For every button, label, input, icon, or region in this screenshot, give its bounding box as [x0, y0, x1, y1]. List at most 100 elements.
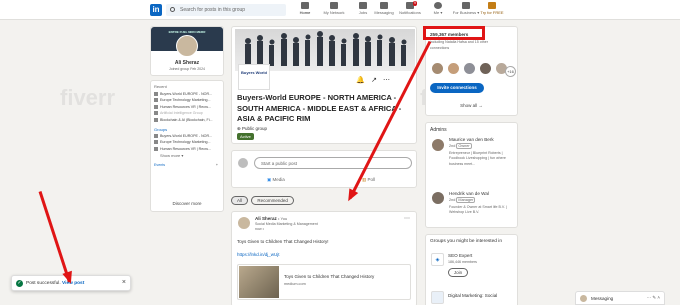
premium-icon	[488, 2, 496, 9]
top-navbar: in Search for posts in this group Home M…	[0, 0, 680, 20]
admin-name[interactable]: Maurice van den Berk	[449, 137, 494, 142]
nav-label: Notifications	[399, 10, 421, 15]
show-all-link[interactable]: Show all →	[426, 103, 517, 108]
messaging-label: Messaging	[591, 296, 614, 301]
suggested-group-logo[interactable]: ◈	[431, 253, 444, 266]
watermark-text: fiverr	[60, 85, 116, 110]
linkedin-logo[interactable]: in	[150, 4, 162, 16]
nav-home[interactable]: Home	[291, 2, 319, 15]
annotation-highlight-box	[423, 26, 485, 40]
member-avatar[interactable]	[447, 62, 460, 75]
toast-text: Post successful.	[26, 281, 61, 286]
start-post-input[interactable]: Start a public post	[254, 157, 412, 169]
nav-my-network[interactable]: My Network	[320, 2, 348, 15]
avatar-icon	[434, 2, 442, 9]
recent-heading: Recent	[154, 84, 167, 89]
post-author[interactable]: Ali Sheraz • You	[255, 216, 287, 221]
events-heading[interactable]: Events +	[154, 163, 220, 170]
search-input[interactable]: Search for posts in this group	[166, 4, 286, 16]
filter-all[interactable]: All	[231, 196, 249, 205]
nav-label: My Network	[323, 10, 345, 15]
nav-notifications[interactable]: 9 Notifications	[396, 1, 424, 15]
preview-title: Toys Given to Children That Changed Hist…	[284, 274, 375, 279]
admin-description: Founder & Owner at Smart life B.V. | Web…	[449, 205, 507, 215]
share-icon[interactable]: ↗	[371, 77, 383, 84]
post-link[interactable]: https://lnkd.in/dj_wUjt	[237, 252, 280, 257]
admin-avatar[interactable]	[431, 191, 445, 205]
group-icon	[154, 140, 158, 145]
members-desc-line1: including Natalia Hafsa and 15 other	[430, 40, 488, 44]
nav-label: For Business ▾	[452, 10, 480, 15]
admin-avatar[interactable]	[431, 138, 445, 152]
user-avatar	[237, 157, 249, 169]
group-label: Europe Technology Marketing...	[160, 140, 211, 144]
member-avatar[interactable]	[463, 62, 476, 75]
nav-label: Jobs	[358, 10, 368, 15]
annotation-arrow-line	[38, 191, 71, 283]
suggested-group-name[interactable]: SEO Expert	[448, 253, 472, 258]
post-more-button[interactable]: ⋯	[404, 215, 410, 222]
author-avatar[interactable]	[237, 216, 251, 230]
more-icon[interactable]: ⋯	[383, 77, 396, 84]
active-badge: Active	[237, 133, 254, 140]
feed-filters: All Recommended	[231, 196, 294, 205]
search-icon	[170, 7, 175, 12]
recent-item[interactable]: Blockchain & AI (Blockchain, Fi...	[154, 118, 220, 125]
poll-button[interactable]: ▥ Poll	[362, 177, 375, 183]
events-label: Events	[154, 162, 165, 167]
post-age: now •	[255, 227, 264, 231]
suggested-group-name[interactable]: Digital Marketing: Social	[448, 293, 497, 298]
degree-label: 2nd	[449, 198, 456, 202]
profile-name[interactable]: Ali Sheraz	[151, 60, 223, 66]
invite-connections-button[interactable]: Invite connections	[430, 83, 484, 93]
group-icon	[154, 146, 158, 151]
add-event-icon[interactable]: +	[216, 163, 218, 167]
messaging-avatar	[579, 294, 588, 303]
admins-card: Admins Maurice van den Berk 2nd Owner En…	[425, 122, 518, 228]
groups-sidebar: Recent Buyers-World EUROPE - NOR... Euro…	[150, 80, 224, 212]
suggested-heading: Groups you might be interested in	[430, 239, 502, 244]
search-placeholder: Search for posts in this group	[180, 7, 246, 13]
more-members-count[interactable]: +16	[505, 66, 516, 77]
group-label: Buyers-World EUROPE - NOR...	[160, 133, 213, 138]
recent-label: Blockchain & AI (Blockchain, Fi...	[160, 117, 213, 122]
grid-icon	[462, 2, 470, 9]
nav-try-premium[interactable]: Try for FREE	[478, 2, 506, 15]
briefcase-icon	[359, 2, 367, 9]
group-action-icons: 🔔↗⋯	[356, 76, 396, 84]
group-logo: Buyers World	[238, 64, 270, 90]
close-icon[interactable]: ×	[122, 279, 126, 286]
group-icon	[154, 133, 158, 138]
admin-name[interactable]: Hendrik van de Wal	[449, 191, 489, 196]
success-check-icon: ✓	[16, 280, 23, 287]
member-avatar[interactable]	[479, 62, 492, 75]
nav-messaging[interactable]: Messaging	[370, 2, 398, 15]
suggested-group-logo[interactable]	[431, 291, 444, 304]
admins-heading: Admins	[430, 127, 447, 133]
media-button[interactable]: ▣ Media	[267, 177, 285, 183]
messaging-bar[interactable]: Messaging ⋯ ✎ ˄	[575, 291, 665, 305]
group-icon	[154, 117, 158, 122]
poll-label: Poll	[367, 177, 376, 182]
nav-me[interactable]: Me ▾	[424, 2, 452, 15]
message-icon	[380, 2, 388, 9]
notification-bell-icon[interactable]: 🔔	[356, 77, 371, 84]
filter-recommended[interactable]: Recommended	[251, 196, 294, 205]
link-preview[interactable]: Toys Given to Children That Changed Hist…	[237, 264, 411, 300]
member-avatar[interactable]	[431, 62, 444, 75]
join-button[interactable]: Join	[448, 268, 468, 277]
network-icon	[330, 2, 338, 9]
discover-more-link[interactable]: Discover more	[151, 201, 223, 207]
group-icon	[154, 91, 158, 96]
recent-label: Buyers-World EUROPE - NOR...	[160, 91, 213, 96]
nav-for-business[interactable]: For Business ▾	[452, 2, 480, 15]
group-privacy: ⊕ Public group	[237, 126, 267, 132]
manager-tag: Manager	[456, 197, 476, 203]
members-desc-line2: connections	[430, 46, 450, 50]
post-text: Toys Given to Children That Changed Hist…	[237, 239, 329, 244]
group-icon	[154, 104, 158, 109]
show-more-link[interactable]: Show more ▾	[160, 153, 220, 160]
messaging-actions[interactable]: ⋯ ✎ ˄	[647, 295, 660, 301]
recent-label: Human Resources VR | Recru...	[160, 104, 212, 109]
profile-avatar[interactable]	[176, 35, 198, 57]
